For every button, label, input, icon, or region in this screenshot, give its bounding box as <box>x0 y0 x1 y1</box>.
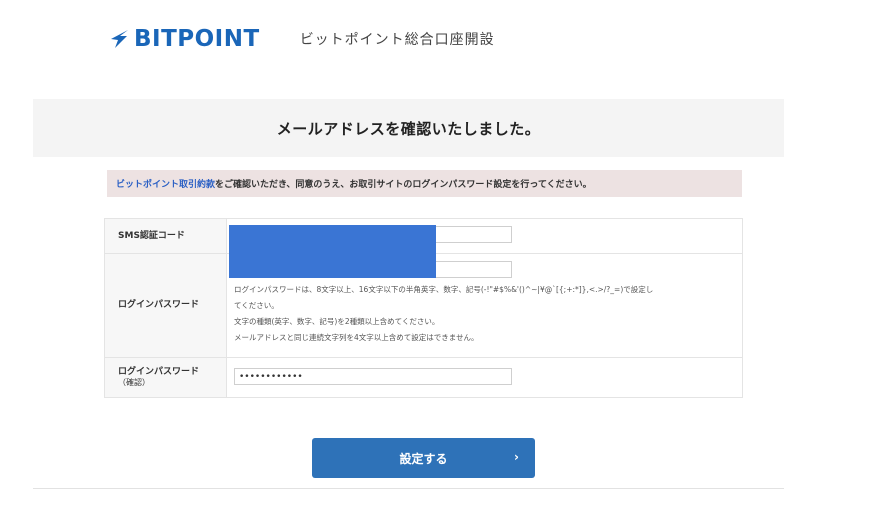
divider <box>33 488 784 489</box>
password-confirm-label-main: ログインパスワード <box>118 367 200 378</box>
bitpoint-logo-icon <box>111 30 128 48</box>
submit-button-label: 設定する <box>399 451 448 466</box>
password-confirm-row: ログインパスワード （確認） <box>105 358 742 397</box>
password-label: ログインパスワード <box>105 254 227 357</box>
submit-button[interactable]: 設定する › <box>312 438 535 478</box>
terms-notice-text: をご確認いただき、同意のうえ、お取引サイトのログインパスワード設定を行ってくださ… <box>215 180 592 190</box>
sms-code-label: SMS認証コード <box>105 219 227 253</box>
password-confirm-field-wrap <box>227 358 742 397</box>
redaction-overlay <box>229 225 436 278</box>
password-confirm-label-sub: （確認） <box>118 377 150 387</box>
password-hint-line: メールアドレスと同じ連続文字列を4文字以上含めて設定はできません。 <box>234 333 479 342</box>
password-hint-line: 文字の種類(英字、数字、記号)を2種類以上含めてください。 <box>234 317 440 326</box>
password-hint-line: ログインパスワードは、8文字以上、16文字以下の半角英字、数字、記号(-!"#$… <box>234 285 654 294</box>
terms-notice: ビットポイント取引約款 をご確認いただき、同意のうえ、お取引サイトのログインパス… <box>107 170 742 197</box>
terms-link[interactable]: ビットポイント取引約款 <box>116 177 215 190</box>
chevron-right-icon: › <box>514 450 519 464</box>
logo-text: BITPOINT <box>134 26 260 52</box>
password-confirm-label: ログインパスワード （確認） <box>105 358 227 397</box>
page-title: ビットポイント総合口座開設 <box>299 32 495 48</box>
confirmation-message: メールアドレスを確認いたしました。 <box>276 119 541 138</box>
password-hints: ログインパスワードは、8文字以上、16文字以下の半角英字、数字、記号(-!"#$… <box>234 282 742 346</box>
password-confirm-input[interactable] <box>234 368 512 385</box>
header: BITPOINT ビットポイント総合口座開設 <box>108 22 495 56</box>
bitpoint-logo[interactable]: BITPOINT <box>108 26 260 52</box>
password-hint-line: てください。 <box>234 301 279 310</box>
confirmation-banner: メールアドレスを確認いたしました。 <box>33 99 784 157</box>
